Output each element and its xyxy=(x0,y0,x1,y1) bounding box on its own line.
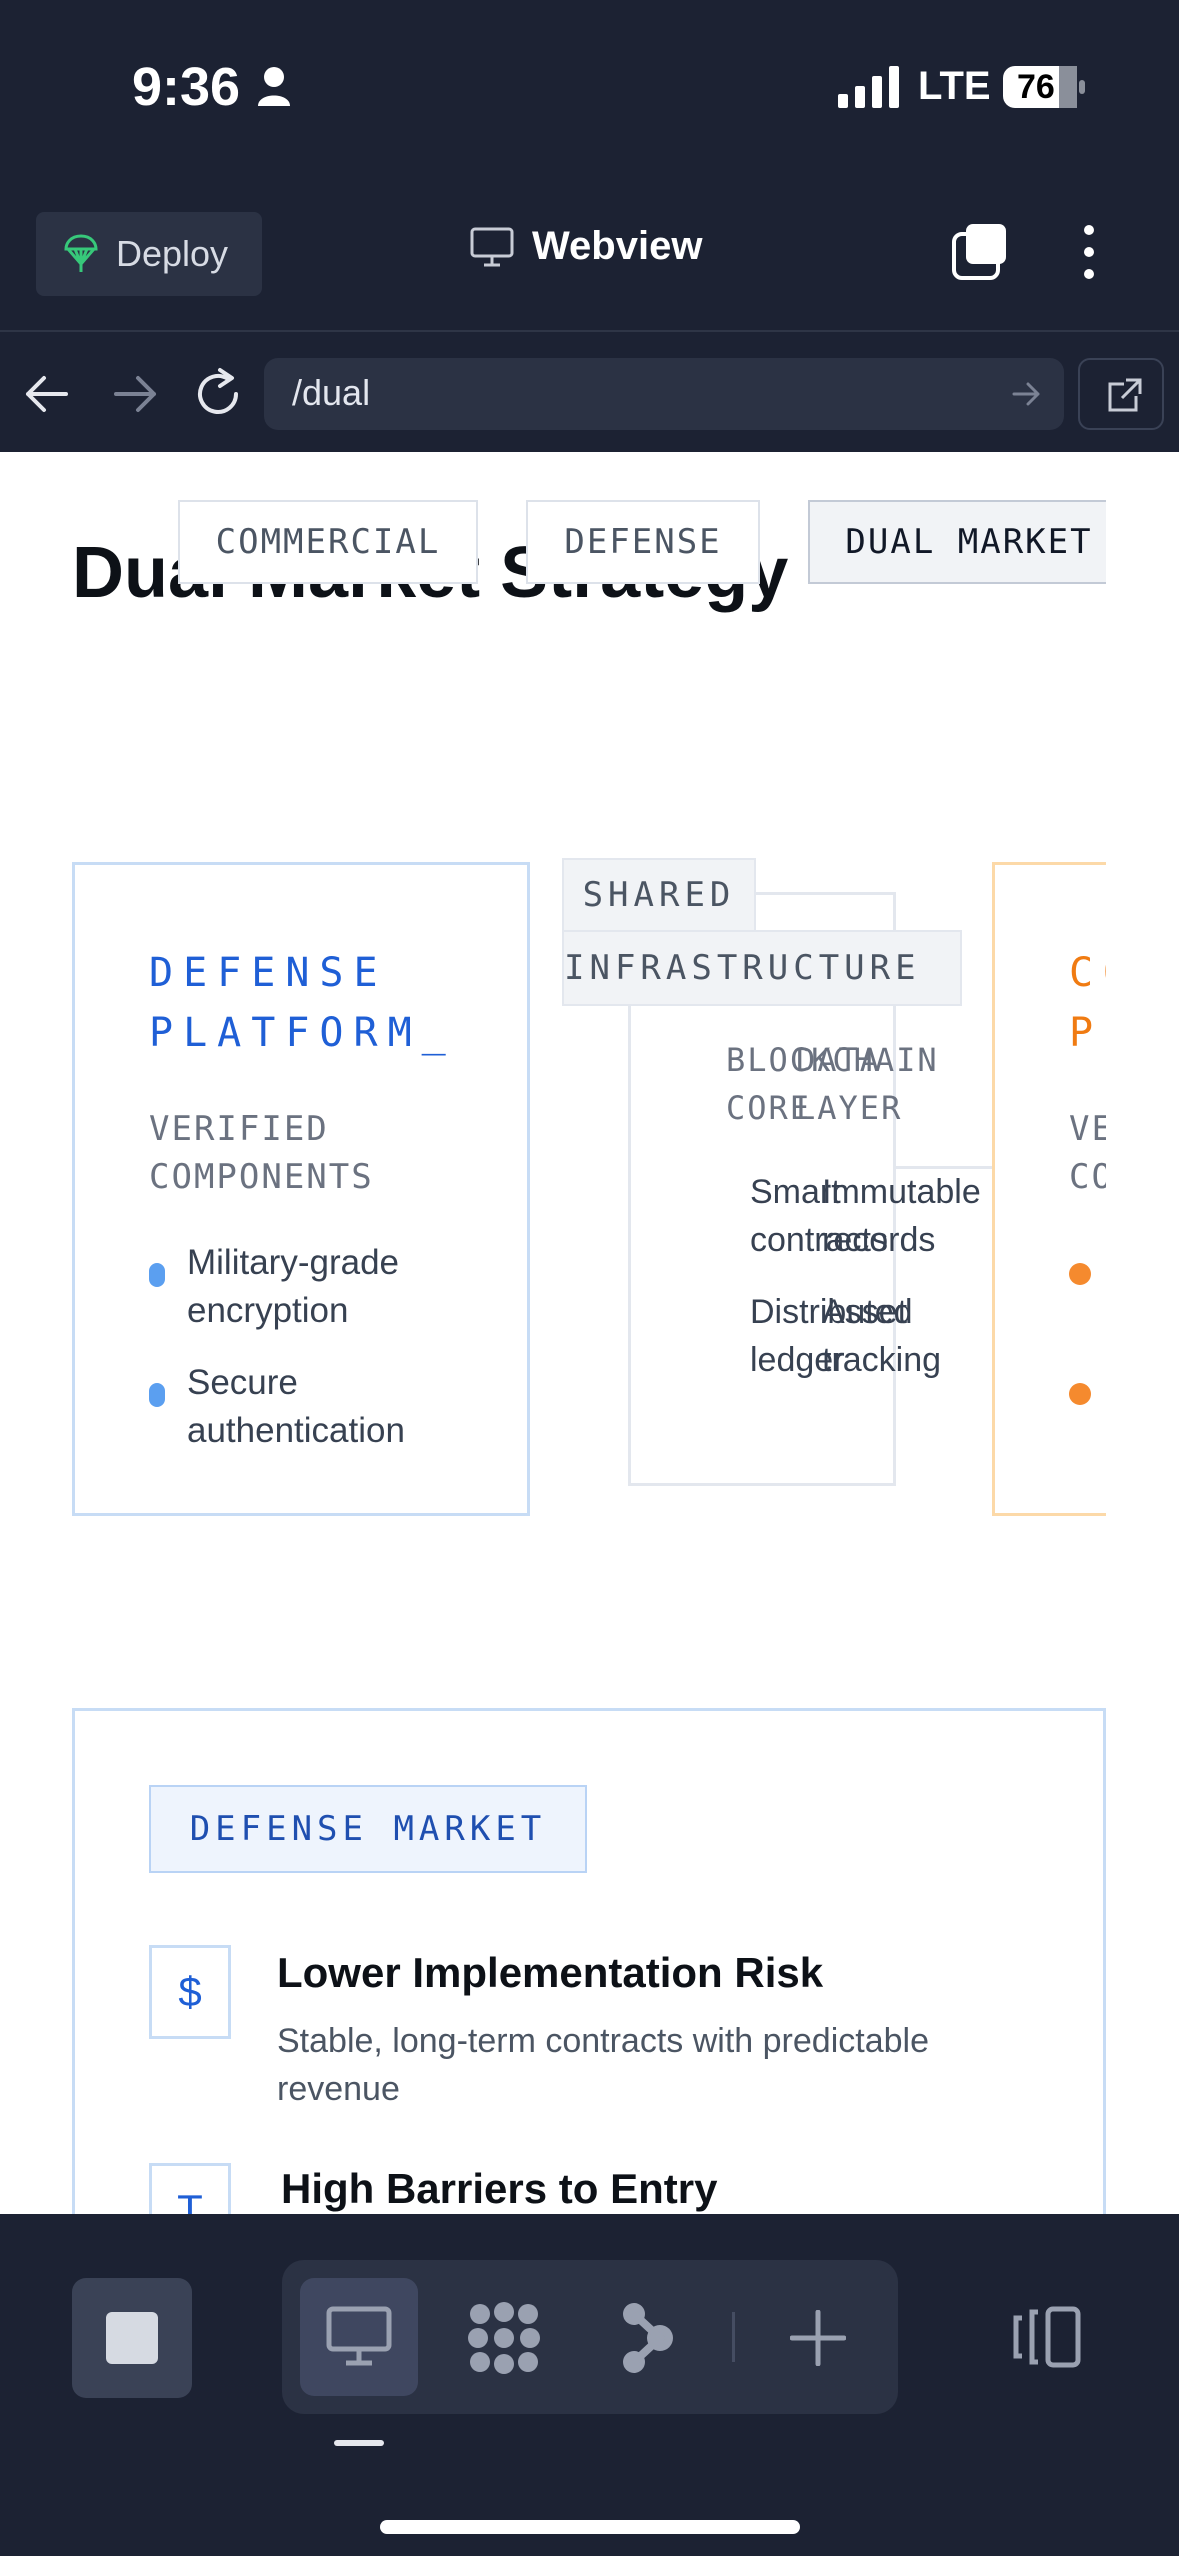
status-time: 9:36 xyxy=(132,57,241,117)
back-arrow-icon[interactable] xyxy=(22,370,74,418)
battery-level: 76 xyxy=(1017,68,1055,106)
feature-title: Lower Implementation Risk xyxy=(277,1949,824,1996)
bullet-dot xyxy=(149,1263,165,1287)
battery-icon: 76 xyxy=(1003,66,1085,108)
go-arrow-icon[interactable] xyxy=(1012,380,1042,408)
defense-market-card: DEFENSE MARKET $ Lower Implementation Ri… xyxy=(72,1708,1106,2214)
more-icon[interactable] xyxy=(1072,222,1106,282)
url-bar[interactable] xyxy=(264,358,1064,430)
infrastructure-label: INFRASTRUCTURE xyxy=(562,930,962,1006)
grid-dots-icon[interactable] xyxy=(466,2302,542,2374)
deploy-icon xyxy=(64,234,98,272)
feature-description: Stable, long-term contracts with predict… xyxy=(277,2022,929,2108)
active-indicator xyxy=(334,2440,384,2446)
stop-icon xyxy=(106,2312,158,2364)
forward-arrow-icon[interactable] xyxy=(108,370,160,418)
data-layer-label: DATA LAYER xyxy=(796,1041,903,1127)
list-item: Secure authentication xyxy=(187,1363,405,1450)
tab-commercial[interactable]: COMMERCIAL xyxy=(178,500,478,584)
external-link-icon xyxy=(1108,378,1142,412)
url-text[interactable]: /dual xyxy=(292,372,370,414)
branch-icon[interactable] xyxy=(620,2302,676,2374)
bottom-toolbar xyxy=(0,2214,1179,2556)
defense-platform-title: DEFENSE PLATFORM_ xyxy=(149,950,456,1056)
plus-icon[interactable] xyxy=(790,2310,846,2366)
dollar-icon: $ xyxy=(149,1945,231,2039)
bullet-dot xyxy=(1069,1383,1091,1405)
stop-button[interactable] xyxy=(72,2278,192,2398)
tabs-icon[interactable] xyxy=(950,222,1010,282)
webview-page: Dual Market Strategy COMMERCIAL DEFENSE … xyxy=(0,452,1179,2214)
shared-label: SHARED xyxy=(562,858,756,932)
barrier-icon: T xyxy=(149,2163,231,2214)
person-icon xyxy=(258,67,290,106)
webview-title-text: Webview xyxy=(532,224,703,268)
feature-title: High Barriers to Entry xyxy=(281,2165,718,2212)
tab-dual-market[interactable]: DUAL MARKET xyxy=(808,500,1130,584)
monitor-icon xyxy=(326,2306,392,2366)
toolbar-divider xyxy=(0,330,1179,332)
list-item: Military-grade encryption xyxy=(187,1243,399,1330)
home-indicator[interactable] xyxy=(380,2520,800,2534)
verified-components-label: VERIFIED COMPONENTS xyxy=(149,1109,374,1197)
viewport-edge xyxy=(1106,452,1179,2214)
defense-market-badge: DEFENSE MARKET xyxy=(149,1785,587,1873)
deploy-label: Deploy xyxy=(116,233,229,274)
deploy-button[interactable]: Deploy xyxy=(36,212,262,296)
bullet-dot xyxy=(1069,1263,1091,1285)
app-chrome: 9:36 LTE 76 Deploy Webview /dual xyxy=(0,0,1179,452)
device-preview-icon[interactable] xyxy=(1012,2306,1082,2368)
webview-title: Webview xyxy=(470,224,702,269)
bullet-dot xyxy=(149,1383,165,1407)
open-external-button[interactable] xyxy=(1078,358,1164,430)
data-item: Immutable records xyxy=(822,1173,981,1259)
data-item: Asset tracking xyxy=(822,1293,942,1379)
tab-defense[interactable]: DEFENSE xyxy=(526,500,760,584)
network-type: LTE xyxy=(918,64,991,108)
defense-platform-card: DEFENSE PLATFORM_ VERIFIED COMPONENTS Mi… xyxy=(72,862,530,1516)
monitor-icon xyxy=(470,227,514,266)
reload-icon[interactable] xyxy=(190,366,246,422)
signal-icon xyxy=(838,66,899,108)
segment-divider xyxy=(732,2312,735,2362)
webview-mode-button[interactable] xyxy=(300,2278,418,2396)
